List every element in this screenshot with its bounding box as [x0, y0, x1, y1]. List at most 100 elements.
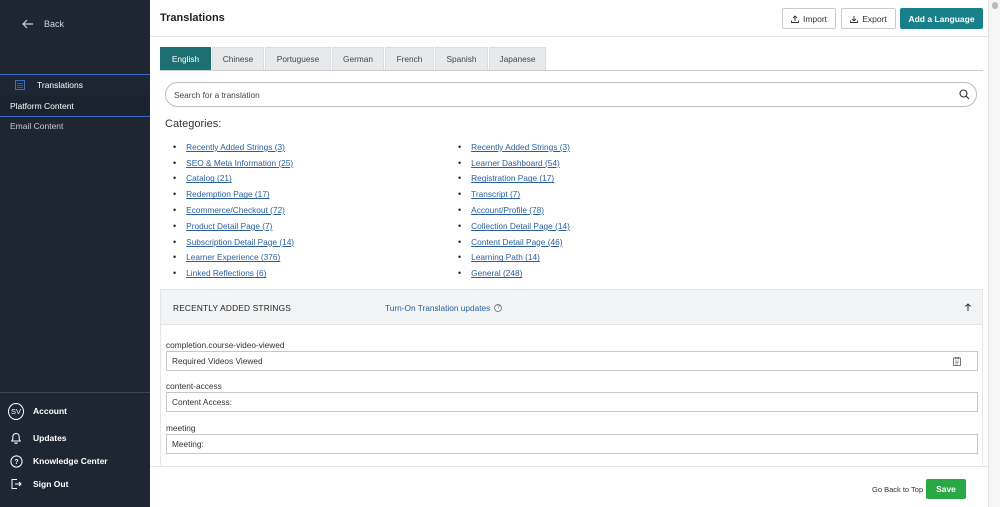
category-link[interactable]: Catalog (21) — [186, 173, 232, 183]
sidebar-item-translations[interactable]: Translations — [0, 74, 150, 94]
list-item: Recently Added Strings (3) — [165, 139, 294, 155]
sidebar-item-account[interactable]: SV Account — [8, 402, 67, 420]
categories-heading: Categories: — [165, 118, 222, 130]
translation-value: Meeting: — [172, 439, 204, 449]
list-item: Redemption Page (17) — [165, 186, 294, 202]
category-link[interactable]: Content Detail Page (46) — [471, 237, 562, 247]
list-item: Linked Reflections (6) — [165, 265, 294, 281]
search-input[interactable] — [174, 89, 934, 100]
page-header: Translations Import Export Add a Languag… — [150, 0, 988, 37]
category-link[interactable]: Collection Detail Page (14) — [471, 221, 570, 231]
tab-german[interactable]: German — [332, 47, 384, 70]
import-label: Import — [802, 13, 828, 24]
back-link[interactable]: Back — [22, 18, 64, 30]
sidebar-item-knowledge-center[interactable]: ? Knowledge Center — [8, 453, 108, 469]
toggle-label: Turn-On Translation updates — [385, 303, 491, 313]
categories-list-right: Recently Added Strings (3) Learner Dashb… — [450, 139, 570, 281]
categories-list-left: Recently Added Strings (3) SEO & Meta In… — [165, 139, 294, 281]
tab-english[interactable]: English — [160, 47, 211, 70]
help-icon[interactable]: ? — [494, 304, 503, 312]
arrow-up-icon[interactable] — [964, 302, 972, 312]
category-link[interactable]: General (248) — [471, 268, 522, 278]
scrollbar-thumb[interactable] — [992, 2, 998, 9]
tab-french[interactable]: French — [385, 47, 434, 70]
category-link[interactable]: Learner Dashboard (54) — [471, 158, 560, 168]
search-icon[interactable] — [959, 89, 970, 100]
translation-field[interactable]: Meeting: — [166, 434, 978, 454]
back-to-top-link[interactable]: Go Back to Top | — [872, 485, 927, 494]
list-icon — [15, 79, 25, 90]
sidebar-item-label: Knowledge Center — [33, 456, 108, 466]
tab-spanish[interactable]: Spanish — [435, 47, 488, 70]
list-item: Ecommerce/Checkout (72) — [165, 202, 294, 218]
translation-value: Required Videos Viewed — [172, 356, 263, 366]
arrow-left-icon — [22, 19, 33, 29]
category-link[interactable]: Transcript (7) — [471, 189, 520, 199]
avatar: SV — [8, 402, 24, 420]
export-button[interactable]: Export — [841, 8, 896, 29]
tabs-divider — [160, 70, 983, 71]
list-item: General (248) — [450, 265, 570, 281]
recent-strings-panel-header[interactable]: RECENTLY ADDED STRINGS Turn-On Translati… — [160, 289, 983, 325]
import-button[interactable]: Import — [782, 8, 836, 29]
bell-icon — [8, 430, 24, 446]
upload-icon — [791, 14, 799, 23]
download-icon — [850, 15, 859, 23]
category-link[interactable]: Recently Added Strings (3) — [471, 142, 570, 152]
sidebar-item-label: Email Content — [10, 121, 64, 131]
translation-field[interactable]: Content Access: — [166, 392, 978, 412]
string-key: meeting — [166, 423, 196, 433]
tab-japanese[interactable]: Japanese — [489, 47, 546, 70]
sidebar-item-label: Platform Content — [10, 100, 74, 111]
list-item: Content Detail Page (46) — [450, 234, 570, 250]
svg-text:?: ? — [14, 459, 18, 466]
sidebar-item-label: Sign Out — [33, 479, 69, 489]
clipboard-icon[interactable] — [953, 357, 961, 366]
page-title: Translations — [160, 12, 225, 24]
translation-field[interactable]: Required Videos Viewed — [166, 351, 978, 371]
string-key: content-access — [166, 381, 222, 391]
list-item: Product Detail Page (7) — [165, 218, 294, 234]
list-item: Learner Experience (376) — [165, 250, 294, 266]
recent-strings-panel-body: completion.course-video-viewed Required … — [160, 325, 983, 465]
category-link[interactable]: Account/Profile (78) — [471, 205, 544, 215]
panel-title: RECENTLY ADDED STRINGS — [173, 303, 291, 313]
sidebar-item-platform-content[interactable]: Platform Content — [0, 95, 150, 117]
category-link[interactable]: Product Detail Page (7) — [186, 221, 272, 231]
tab-portuguese[interactable]: Portuguese — [265, 47, 331, 70]
category-link[interactable]: Redemption Page (17) — [186, 189, 269, 199]
export-label: Export — [862, 13, 887, 24]
list-item: Collection Detail Page (14) — [450, 218, 570, 234]
sidebar-item-sign-out[interactable]: Sign Out — [8, 476, 68, 492]
list-item: Recently Added Strings (3) — [450, 139, 570, 155]
save-button[interactable]: Save — [926, 479, 966, 499]
category-link[interactable]: SEO & Meta Information (25) — [186, 158, 293, 168]
tab-chinese[interactable]: Chinese — [212, 47, 264, 70]
category-link[interactable]: Learner Experience (376) — [186, 252, 280, 262]
category-link[interactable]: Linked Reflections (6) — [186, 268, 266, 278]
list-item: Transcript (7) — [450, 186, 570, 202]
sidebar-item-email-content[interactable]: Email Content — [10, 121, 63, 131]
category-link[interactable]: Recently Added Strings (3) — [186, 142, 285, 152]
language-tabs: English Chinese Portuguese German French… — [160, 47, 547, 70]
list-item: Registration Page (17) — [450, 171, 570, 187]
scrollbar[interactable] — [988, 0, 1000, 507]
category-link[interactable]: Subscription Detail Page (14) — [186, 237, 294, 247]
app-root: Back Translations Platform Content Email… — [0, 0, 1000, 507]
sidebar-item-updates[interactable]: Updates — [8, 430, 67, 446]
translation-updates-toggle[interactable]: Turn-On Translation updates ? — [385, 303, 503, 313]
sidebar-divider — [0, 392, 150, 393]
translation-value: Content Access: — [172, 397, 232, 407]
list-item: SEO & Meta Information (25) — [165, 155, 294, 171]
category-link[interactable]: Ecommerce/Checkout (72) — [186, 205, 285, 215]
category-link[interactable]: Registration Page (17) — [471, 173, 554, 183]
list-item: Subscription Detail Page (14) — [165, 234, 294, 250]
list-item: Catalog (21) — [165, 171, 294, 187]
category-link[interactable]: Learning Path (14) — [471, 252, 540, 262]
add-language-button[interactable]: Add a Language — [900, 8, 983, 29]
list-item: Account/Profile (78) — [450, 202, 570, 218]
sidebar-item-label: Account — [33, 406, 67, 416]
sidebar-item-label: Updates — [33, 433, 67, 443]
sidebar: Back Translations Platform Content Email… — [0, 0, 150, 507]
back-label: Back — [44, 19, 65, 29]
